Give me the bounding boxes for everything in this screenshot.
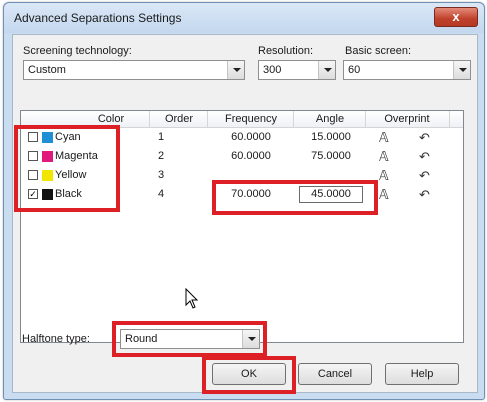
chevron-down-icon [318,61,335,79]
mouse-pointer-icon [185,288,199,309]
header-angle[interactable]: Angle [295,113,365,125]
basic-screen-value: 60 [348,64,361,76]
order-value: 2 [157,150,165,162]
basic-screen-label: Basic screen: [345,45,412,57]
help-button[interactable]: Help [385,363,459,385]
header-order[interactable]: Order [151,113,207,125]
highlight-box-ok [202,356,296,394]
close-button[interactable]: x [434,7,478,27]
highlight-box-halftone [112,321,267,357]
chevron-down-icon [453,61,470,79]
overprint-text-icon[interactable]: 𝔸 [379,168,389,184]
highlight-box-colors [14,125,120,212]
screening-technology-dropdown[interactable]: Custom [23,60,245,80]
overprint-text-icon[interactable]: 𝔸 [379,187,389,203]
overprint-graphic-icon[interactable]: ↶ [419,168,430,184]
screening-technology-value: Custom [28,64,66,76]
header-color[interactable]: Color [61,113,161,125]
resolution-value: 300 [263,64,282,76]
frequency-value[interactable]: 60.0000 [211,131,291,143]
overprint-text-icon[interactable]: 𝔸 [379,149,389,165]
angle-value[interactable]: 75.0000 [297,150,365,162]
order-value: 4 [157,188,165,200]
highlight-box-black-values [212,180,378,215]
resolution-label: Resolution: [258,45,314,57]
frequency-value[interactable]: 60.0000 [211,150,291,162]
screening-technology-label: Screening technology: [23,45,132,57]
overprint-graphic-icon[interactable]: ↶ [419,130,430,146]
basic-screen-dropdown[interactable]: 60 [343,60,471,80]
halftone-type-label: Halftone type: [22,333,90,345]
overprint-graphic-icon[interactable]: ↶ [419,149,430,165]
header-frequency[interactable]: Frequency [209,113,293,125]
overprint-graphic-icon[interactable]: ↶ [419,187,430,203]
overprint-text-icon[interactable]: 𝔸 [379,130,389,146]
dialog-title: Advanced Separations Settings [14,11,182,25]
order-value: 1 [157,131,165,143]
resolution-dropdown[interactable]: 300 [258,60,336,80]
order-value: 3 [157,169,165,181]
cancel-button[interactable]: Cancel [298,363,372,385]
title-bar: Advanced Separations Settings x [4,3,484,33]
chevron-down-icon [227,61,244,79]
header-overprint[interactable]: Overprint [367,113,447,125]
angle-value[interactable]: 15.0000 [297,131,365,143]
